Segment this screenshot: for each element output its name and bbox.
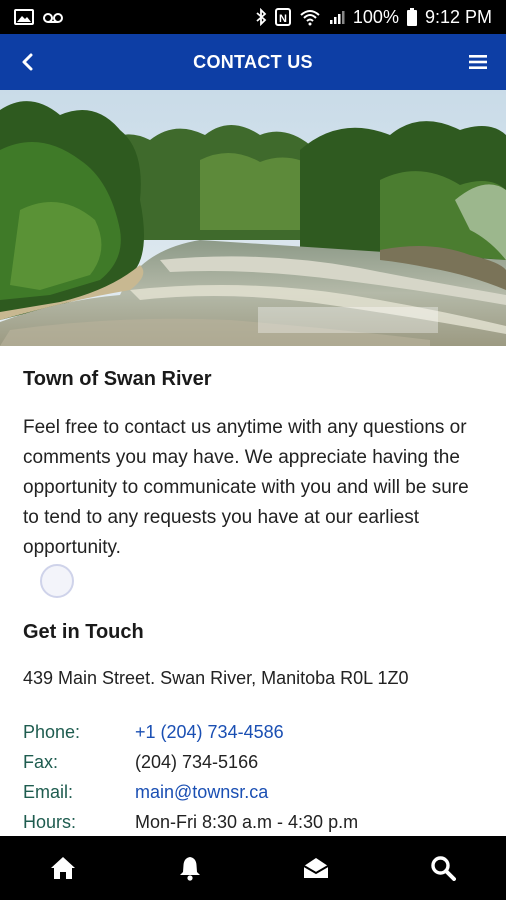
address: 439 Main Street. Swan River, Manitoba R0… bbox=[23, 668, 409, 688]
email-label: Email: bbox=[23, 781, 74, 802]
touch-ripple bbox=[40, 564, 74, 598]
fax-value: (204) 734-5166 bbox=[135, 751, 259, 772]
nav-search[interactable] bbox=[413, 838, 473, 898]
contact-row-fax: Fax: (204) 734-5166 bbox=[23, 747, 483, 777]
contact-row-hours: Hours: Mon-Fri 8:30 a.m - 4:30 p.m bbox=[23, 807, 483, 836]
status-bar: N 100% 9:12 PM bbox=[0, 0, 506, 34]
nav-home[interactable] bbox=[33, 838, 93, 898]
voicemail-icon bbox=[43, 13, 63, 23]
status-right: N 100% 9:12 PM bbox=[255, 7, 492, 28]
battery-icon bbox=[406, 8, 417, 26]
page-title: CONTACT US bbox=[193, 51, 313, 72]
search-icon bbox=[431, 856, 456, 881]
contact-table: Phone: +1 (204) 734-4586 Fax: (204) 734-… bbox=[23, 717, 483, 836]
wifi-icon bbox=[300, 10, 320, 26]
contact-row-email: Email: main@townsr.ca bbox=[23, 777, 483, 807]
nfc-icon: N bbox=[274, 8, 291, 26]
battery-level: 100% bbox=[352, 6, 399, 27]
phone-label: Phone: bbox=[23, 721, 81, 742]
gallery-icon bbox=[14, 9, 34, 25]
app-bar: CONTACT US bbox=[0, 34, 506, 90]
get-in-touch-heading: Get in Touch bbox=[23, 621, 144, 643]
org-name: Town of Swan River bbox=[23, 368, 212, 390]
nav-notifications[interactable] bbox=[160, 838, 220, 898]
hero-image bbox=[0, 90, 506, 346]
email-link[interactable]: main@townsr.ca bbox=[135, 782, 268, 803]
status-left bbox=[14, 9, 64, 25]
hours-label: Hours: bbox=[23, 811, 77, 832]
nav-messages[interactable] bbox=[286, 838, 346, 898]
bluetooth-icon bbox=[256, 8, 267, 26]
contact-row-phone: Phone: +1 (204) 734-4586 bbox=[23, 717, 483, 747]
hours-value: Mon-Fri 8:30 a.m - 4:30 p.m bbox=[135, 811, 359, 832]
phone-link[interactable]: +1 (204) 734-4586 bbox=[135, 722, 284, 743]
contact-content: Town of Swan River Feel free to contact … bbox=[0, 346, 506, 836]
bottom-nav bbox=[0, 836, 506, 900]
hamburger-menu-icon[interactable] bbox=[468, 52, 488, 72]
mail-icon bbox=[303, 858, 329, 878]
clock: 9:12 PM bbox=[424, 6, 492, 27]
back-arrow-icon[interactable] bbox=[16, 50, 40, 74]
intro-text: Feel free to contact us anytime with any… bbox=[23, 417, 469, 558]
bell-icon bbox=[179, 857, 200, 881]
signal-icon bbox=[329, 11, 345, 24]
river-landscape-image bbox=[0, 90, 506, 346]
fax-label: Fax: bbox=[23, 751, 59, 772]
home-icon bbox=[51, 857, 76, 879]
svg-text:N: N bbox=[279, 13, 287, 25]
